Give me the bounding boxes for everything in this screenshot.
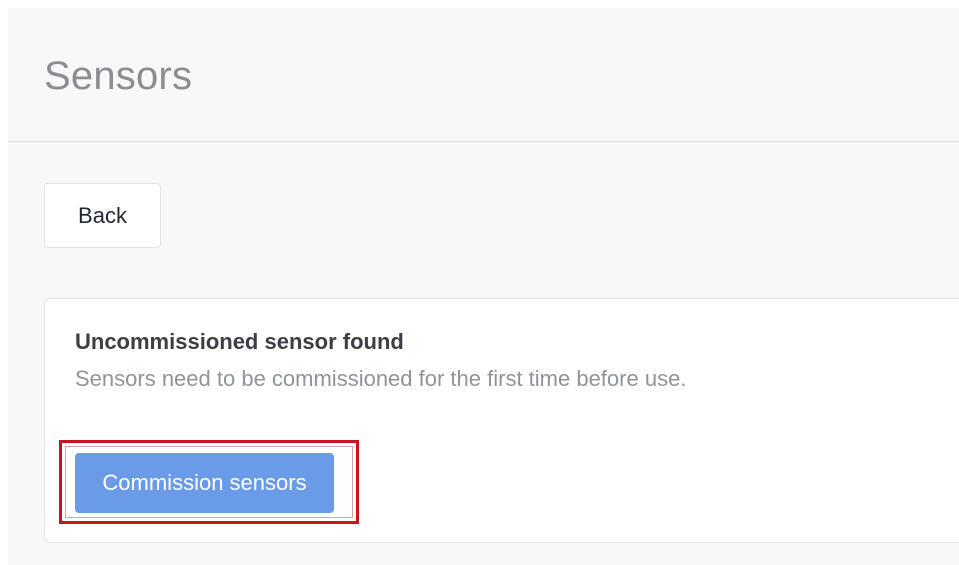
uncommissioned-sensor-card: Uncommissioned sensor found Sensors need… (44, 298, 959, 543)
page-header: Sensors (8, 8, 959, 142)
back-button[interactable]: Back (44, 183, 161, 248)
card-title: Uncommissioned sensor found (75, 329, 404, 354)
commission-sensors-button[interactable]: Commission sensors (75, 453, 334, 513)
card-description: Sensors need to be commissioned for the … (75, 366, 687, 391)
page-title: Sensors (44, 54, 193, 98)
app-frame: Sensors Back Uncommissioned sensor found… (8, 8, 959, 565)
